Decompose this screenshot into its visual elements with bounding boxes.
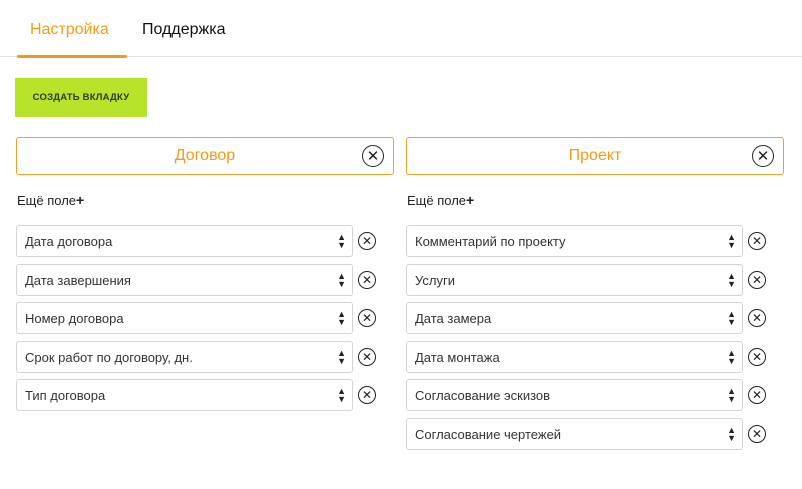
remove-field-icon[interactable]: ✕ xyxy=(358,386,376,404)
tab-support[interactable]: Поддержка xyxy=(142,21,225,39)
field-select[interactable]: Тип договора ▲ ▼ xyxy=(16,379,353,411)
up-down-arrows-icon: ▲ ▼ xyxy=(727,425,736,443)
tab-title-box-project[interactable]: Проект ✕ xyxy=(406,137,784,175)
add-field-label: Ещё поле xyxy=(407,193,467,208)
active-tab-underline xyxy=(17,55,127,58)
plus-icon: + xyxy=(76,192,85,208)
field-select-label: Номер договора xyxy=(25,311,124,326)
up-down-arrows-icon: ▲ ▼ xyxy=(337,271,346,289)
up-down-arrows-icon: ▲ ▼ xyxy=(727,232,736,250)
close-icon[interactable]: ✕ xyxy=(362,145,384,167)
field-select[interactable]: Дата завершения ▲ ▼ xyxy=(16,264,353,296)
field-select-label: Дата замера xyxy=(415,311,492,326)
add-field-link-contract[interactable]: Ещё поле+ xyxy=(17,192,84,208)
tab-title-contract: Договор xyxy=(174,147,236,164)
close-icon[interactable]: ✕ xyxy=(752,145,774,167)
remove-field-icon[interactable]: ✕ xyxy=(748,309,766,327)
field-select[interactable]: Дата замера ▲ ▼ xyxy=(406,302,743,334)
field-select[interactable]: Дата договора ▲ ▼ xyxy=(16,225,353,257)
remove-field-icon[interactable]: ✕ xyxy=(748,348,766,366)
field-select-label: Дата монтажа xyxy=(415,350,500,365)
up-down-arrows-icon: ▲ ▼ xyxy=(727,386,736,404)
tab-bar: Настройка Поддержка xyxy=(0,0,802,58)
remove-field-icon[interactable]: ✕ xyxy=(358,348,376,366)
field-select-label: Дата договора xyxy=(25,234,113,249)
field-select-label: Согласование чертежей xyxy=(415,427,562,442)
remove-field-icon[interactable]: ✕ xyxy=(748,232,766,250)
tab-title-box-contract[interactable]: Договор ✕ xyxy=(16,137,394,175)
tab-settings[interactable]: Настройка xyxy=(30,21,109,39)
remove-field-icon[interactable]: ✕ xyxy=(358,271,376,289)
field-select-label: Срок работ по договору, дн. xyxy=(25,350,193,365)
field-select[interactable]: Комментарий по проекту ▲ ▼ xyxy=(406,225,743,257)
field-select-label: Тип договора xyxy=(25,388,106,403)
up-down-arrows-icon: ▲ ▼ xyxy=(727,271,736,289)
field-select[interactable]: Услуги ▲ ▼ xyxy=(406,264,743,296)
field-select[interactable]: Срок работ по договору, дн. ▲ ▼ xyxy=(16,341,353,373)
field-select-label: Услуги xyxy=(415,273,455,288)
field-select[interactable]: Согласование эскизов ▲ ▼ xyxy=(406,379,743,411)
field-select-label: Комментарий по проекту xyxy=(415,234,566,249)
tab-title-project: Проект xyxy=(568,147,622,164)
add-field-link-project[interactable]: Ещё поле+ xyxy=(407,192,474,208)
up-down-arrows-icon: ▲ ▼ xyxy=(337,232,346,250)
remove-field-icon[interactable]: ✕ xyxy=(358,309,376,327)
add-field-label: Ещё поле xyxy=(17,193,77,208)
field-select[interactable]: Согласование чертежей ▲ ▼ xyxy=(406,418,743,450)
plus-icon: + xyxy=(466,192,475,208)
up-down-arrows-icon: ▲ ▼ xyxy=(337,386,346,404)
field-select[interactable]: Дата монтажа ▲ ▼ xyxy=(406,341,743,373)
up-down-arrows-icon: ▲ ▼ xyxy=(337,348,346,366)
remove-field-icon[interactable]: ✕ xyxy=(748,271,766,289)
field-select-label: Дата завершения xyxy=(25,273,131,288)
remove-field-icon[interactable]: ✕ xyxy=(748,425,766,443)
create-tab-button[interactable]: СОЗДАТЬ ВКЛАДКУ xyxy=(15,78,147,117)
field-select-label: Согласование эскизов xyxy=(415,388,551,403)
field-select[interactable]: Номер договора ▲ ▼ xyxy=(16,302,353,334)
up-down-arrows-icon: ▲ ▼ xyxy=(727,348,736,366)
remove-field-icon[interactable]: ✕ xyxy=(748,386,766,404)
up-down-arrows-icon: ▲ ▼ xyxy=(727,309,736,327)
up-down-arrows-icon: ▲ ▼ xyxy=(337,309,346,327)
remove-field-icon[interactable]: ✕ xyxy=(358,232,376,250)
